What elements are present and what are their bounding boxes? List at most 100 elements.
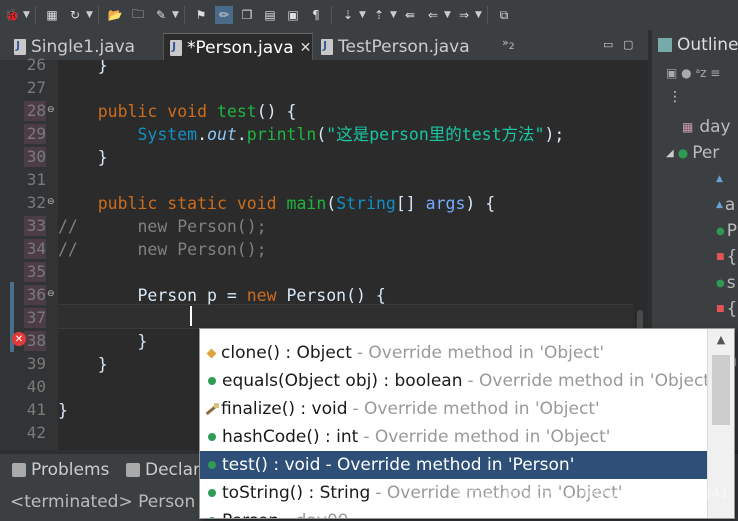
back-dropdown-icon[interactable]: ▼ [444, 6, 452, 24]
problems-icon [12, 463, 26, 477]
back-arrow-icon[interactable]: ⇐ [424, 6, 442, 24]
outline-toolbar: ▣ ● ᵃz ≡ [652, 60, 738, 86]
tab-problems[interactable]: Problems [12, 460, 109, 480]
open-file-icon[interactable]: 🗀 [129, 6, 147, 24]
paragraph-icon[interactable]: ¶ [307, 6, 325, 24]
field-icon: ▲ [716, 200, 723, 210]
debug-dropdown-icon[interactable]: ▼ [23, 6, 31, 24]
editor-tab-bar: Single1.java *Person.java ✕ TestPerson.j… [0, 30, 648, 61]
annotation-dropdown-icon[interactable]: ▼ [359, 6, 367, 24]
code-line: Person p = new Person() { [58, 286, 386, 305]
maximize-icon[interactable]: ▢ [623, 38, 637, 51]
line-number: 39 [26, 354, 46, 373]
tab-declaration[interactable]: Declar [126, 460, 200, 480]
search-icon[interactable]: ⚑ [192, 6, 210, 24]
toolbar-separator [331, 6, 332, 24]
new-icon[interactable]: ▦ [43, 6, 61, 24]
code-line: } [58, 60, 108, 75]
java-file-icon [14, 38, 26, 55]
outline-toolbar-icons[interactable]: ▣ ● ᵃz ≡ [666, 66, 720, 80]
public-method-icon [208, 461, 216, 469]
fold-icon[interactable]: ⊖ [47, 289, 55, 299]
error-icon[interactable]: ✕ [12, 332, 26, 346]
scrollbar-thumb[interactable] [712, 355, 730, 425]
pen-icon[interactable]: ✏ [215, 6, 233, 24]
tab-label: *Person.java [187, 37, 294, 58]
scroll-up-icon[interactable]: ▲ [714, 333, 728, 351]
outline-row-member[interactable]: ● P [652, 218, 738, 244]
outline-row-member[interactable]: ■{ [652, 296, 738, 322]
fold-icon[interactable]: ⊖ [47, 105, 55, 115]
minimize-icon[interactable]: ▭ [603, 38, 617, 51]
package-icon: ▦ [682, 120, 694, 134]
forward-dropdown-icon[interactable]: ▼ [475, 6, 483, 24]
public-method-icon [208, 489, 216, 497]
outline-header[interactable]: Outline [652, 30, 738, 60]
outline-row-member[interactable]: ■{ [652, 244, 738, 270]
menu-icon[interactable]: ⋮ [668, 89, 682, 105]
close-icon[interactable]: ✕ [300, 40, 312, 56]
refresh-icon[interactable]: ↻ [66, 6, 84, 24]
line-number: 33 [26, 216, 46, 235]
clean-icon[interactable]: ✎ [152, 6, 170, 24]
debug-icon[interactable]: 🐞 [3, 6, 21, 24]
forward-arrow-icon[interactable]: ⇒ [455, 6, 473, 24]
outline-row-package[interactable]: ▦ day [652, 114, 738, 140]
java-file-icon [170, 39, 182, 56]
line-number: 26 [26, 55, 46, 74]
refresh-dropdown-icon[interactable]: ▼ [86, 6, 94, 24]
code-line: } [58, 401, 68, 420]
annotation-icon[interactable]: ⇣ [339, 6, 357, 24]
back-icon[interactable]: ⇚ [401, 6, 419, 24]
autocomplete-item[interactable]: equals(Object obj) : boolean - Override m… [200, 367, 715, 395]
line-number: 31 [26, 170, 46, 189]
code-line: } [58, 355, 108, 374]
text-caret [190, 306, 192, 326]
toolbar-separator [184, 6, 185, 24]
diamond-icon [206, 348, 217, 358]
line-number: 41 [26, 400, 46, 419]
autocomplete-item[interactable]: hashCode() : int - Override method in 'Ob… [200, 423, 707, 451]
code-line: } [58, 148, 108, 167]
main-toolbar: 🐞 ▼ ▦ ↻ ▼ 📂 🗀 ✎ ▼ ⚑ ✏ ❐ ▤ ▣ ¶ ⇣ ▼ ⇡ ▼ ⇚ ⇐ ▼ ⇒ ▼… [0, 0, 738, 31]
public-method-icon [208, 517, 216, 518]
copy-icon[interactable]: ❐ [238, 6, 256, 24]
outline-row-class[interactable]: ◢ ● Per [652, 140, 738, 166]
tab-person[interactable]: *Person.java ✕ [163, 33, 313, 61]
code-line: } [58, 332, 148, 351]
tab-testperson[interactable]: TestPerson.java [315, 33, 485, 60]
watermark: https://blog.csdn.net/weixin_41710541 [456, 486, 730, 502]
tab-overflow-icon[interactable]: »2 [502, 36, 515, 52]
current-line-highlight [58, 304, 633, 329]
outline-icon [658, 38, 672, 52]
line-number: 30 [26, 147, 46, 166]
autocomplete-item-selected[interactable]: test() : void - Override method in 'Perso… [200, 451, 707, 479]
brush-icon [205, 403, 219, 415]
autocomplete-item[interactable]: finalize() : void - Override method in 'O… [200, 395, 707, 423]
up-icon[interactable]: ⇡ [370, 6, 388, 24]
autocomplete-item[interactable]: clone() : Object - Override method in 'Ob… [200, 339, 707, 367]
expand-icon: ◢ [666, 147, 674, 159]
outline-menu: ⋮ [652, 86, 738, 108]
clean-dropdown-icon[interactable]: ▼ [172, 6, 180, 24]
open-folder-icon[interactable]: 📂 [106, 6, 124, 24]
tab-label: TestPerson.java [338, 36, 470, 57]
outline-row-member[interactable]: ▲ a [652, 192, 738, 218]
private-icon: ■ [716, 252, 725, 262]
paste-icon[interactable]: ▤ [261, 6, 279, 24]
up-dropdown-icon[interactable]: ▼ [390, 6, 398, 24]
outline-row-member[interactable]: ▲ [652, 166, 738, 192]
line-number: 28 [26, 101, 46, 120]
java-file-icon [321, 38, 333, 55]
format-icon[interactable]: ▣ [284, 6, 302, 24]
outline-row-member[interactable]: ● s [652, 270, 738, 296]
declaration-icon [126, 463, 140, 477]
fold-icon[interactable]: ⊖ [47, 197, 55, 207]
new-window-icon[interactable]: ⧉ [495, 6, 513, 24]
method-icon: ● [716, 225, 725, 237]
public-method-icon [208, 433, 216, 441]
autocomplete-item[interactable]: Person- day09 [200, 507, 707, 518]
method-icon: ● [716, 277, 725, 289]
tab-label: Single1.java [31, 36, 136, 57]
editor-gutter: 26 27 28 29 30 31 32 33 34 35 36 37 38 3… [0, 55, 58, 450]
